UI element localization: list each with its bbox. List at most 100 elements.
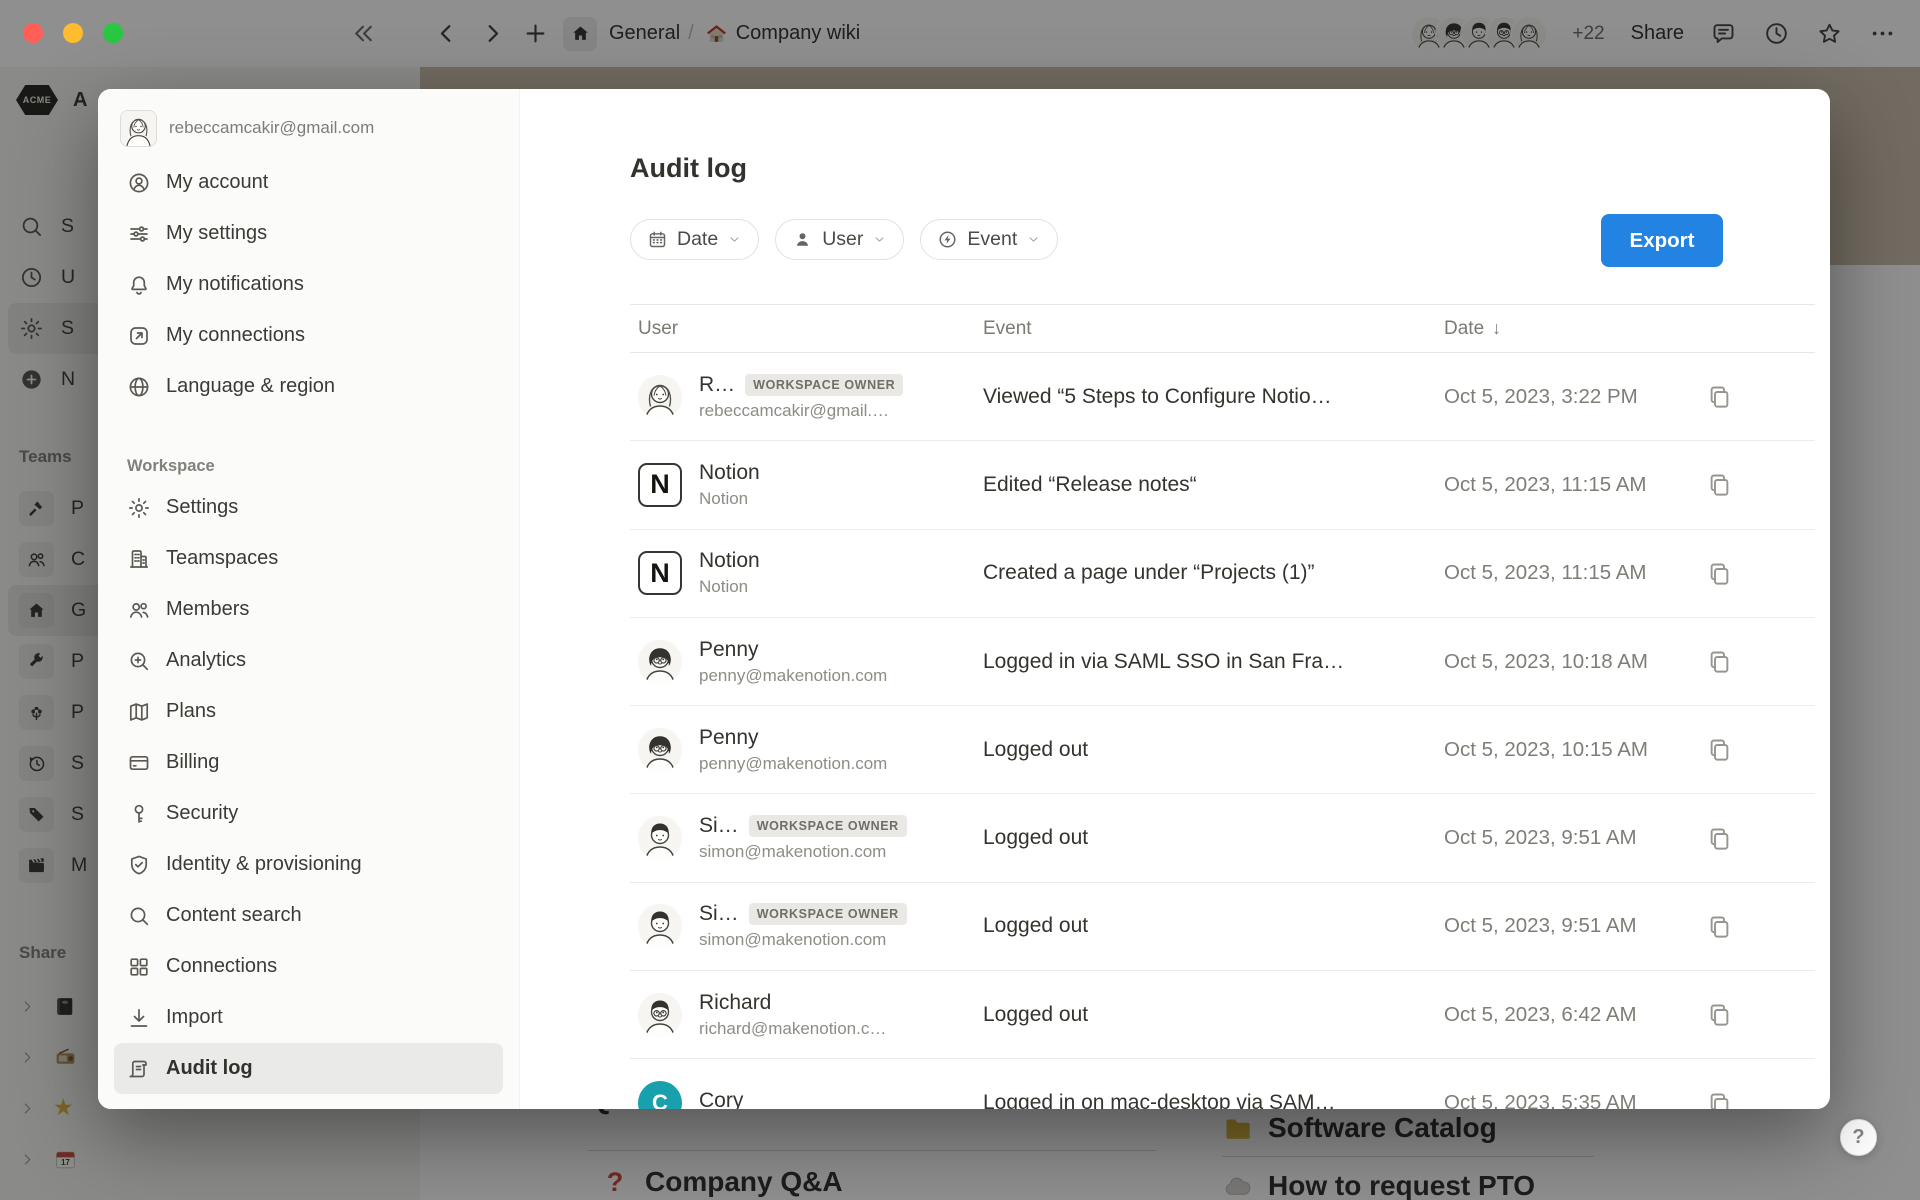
building-icon (127, 547, 151, 571)
settings-nav-label: Teamspaces (166, 547, 278, 570)
header-user: User (630, 318, 983, 340)
settings-nav-label: Content search (166, 904, 302, 927)
map-icon (127, 700, 151, 724)
close-button[interactable] (23, 23, 43, 43)
user-name: Si… (699, 902, 739, 926)
person-circle-icon (127, 171, 151, 195)
user-email: simon@makenotion.com (699, 842, 907, 862)
settings-nav-plans[interactable]: Plans (114, 686, 503, 737)
settings-nav-identity-provisioning[interactable]: Identity & provisioning (114, 839, 503, 890)
audit-log-row[interactable]: NNotionNotionCreated a page under “Proje… (630, 530, 1815, 618)
user-info: Si… WORKSPACE OWNER simon@makenotion.com (699, 902, 907, 950)
user-info: Richardrichard@makenotion.c… (699, 991, 886, 1039)
copy-icon[interactable] (1706, 383, 1733, 410)
user-name-row: Penny (699, 638, 887, 662)
settings-modal: rebeccamcakir@gmail.com My account My set… (98, 89, 1830, 1109)
copy-icon[interactable] (1706, 560, 1733, 587)
audit-log-row[interactable]: Pennypenny@makenotion.comLogged in via S… (630, 618, 1815, 706)
settings-sidebar: rebeccamcakir@gmail.com My account My set… (98, 89, 520, 1109)
settings-nav-teamspaces[interactable]: Teamspaces (114, 533, 503, 584)
shield-check-icon (127, 853, 151, 877)
copy-icon[interactable] (1706, 913, 1733, 940)
settings-nav-my-account[interactable]: My account (114, 157, 503, 208)
notion-logo-avatar: N (638, 551, 682, 595)
help-button[interactable]: ? (1840, 1119, 1877, 1156)
settings-nav-members[interactable]: Members (114, 584, 503, 635)
user-email: Notion (699, 489, 760, 509)
account-email: rebeccamcakir@gmail.com (169, 118, 374, 138)
user-cell: CCory (630, 1081, 983, 1109)
user-info: NotionNotion (699, 549, 760, 597)
audit-log-row[interactable]: Richardrichard@makenotion.c…Logged outOc… (630, 971, 1815, 1059)
settings-nav-content-search[interactable]: Content search (114, 890, 503, 941)
header-date[interactable]: Date↓ (1444, 318, 1704, 340)
user-email: rebeccamcakir@gmail.… (699, 401, 903, 421)
date-cell: Oct 5, 2023, 10:15 AM (1444, 738, 1704, 762)
user-sketch-avatar (638, 904, 682, 948)
settings-nav-my-connections[interactable]: My connections (114, 310, 503, 361)
notion-letter: N (650, 469, 670, 500)
user-email: simon@makenotion.com (699, 930, 907, 950)
user-info: Pennypenny@makenotion.com (699, 726, 887, 774)
workspace-owner-badge: WORKSPACE OWNER (749, 903, 907, 925)
copy-icon[interactable] (1706, 648, 1733, 675)
audit-log-row[interactable]: Si…WORKSPACE OWNERsimon@makenotion.comLo… (630, 883, 1815, 971)
audit-log-row[interactable]: R…WORKSPACE OWNERrebeccamcakir@gmail.…Vi… (630, 353, 1815, 441)
user-name: Si… (699, 814, 739, 838)
date-cell: Oct 5, 2023, 11:15 AM (1444, 473, 1704, 497)
user-sketch-avatar (638, 375, 682, 419)
filter-date-button[interactable]: Date (630, 219, 759, 260)
audit-log-row[interactable]: NNotionNotionEdited “Release notes“Oct 5… (630, 441, 1815, 529)
export-button[interactable]: Export (1601, 214, 1723, 267)
settings-nav-connections[interactable]: Connections (114, 941, 503, 992)
copy-cell (1704, 913, 1815, 940)
people-icon (127, 598, 151, 622)
copy-cell (1704, 471, 1815, 498)
workspace-section-label: Workspace (114, 448, 503, 476)
settings-nav-import[interactable]: Import (114, 992, 503, 1043)
filter-label: User (822, 228, 863, 251)
arrow-up-right-box-icon (127, 324, 151, 348)
settings-nav-label: My settings (166, 222, 267, 245)
copy-icon[interactable] (1706, 471, 1733, 498)
user-name: Richard (699, 991, 771, 1015)
filter-label: Date (677, 228, 718, 251)
event-cell: Logged out (983, 738, 1444, 762)
user-name-row: Richard (699, 991, 886, 1015)
copy-icon[interactable] (1706, 1001, 1733, 1028)
copy-icon[interactable] (1706, 736, 1733, 763)
filter-user-button[interactable]: User (775, 219, 904, 260)
settings-nav-language-region[interactable]: Language & region (114, 361, 503, 412)
copy-icon[interactable] (1706, 1090, 1733, 1109)
settings-nav-analytics[interactable]: Analytics (114, 635, 503, 686)
person-icon (792, 229, 813, 250)
user-cell: NNotionNotion (630, 461, 983, 509)
audit-log-row[interactable]: CCoryLogged in on mac-desktop via SAM…Oc… (630, 1059, 1815, 1109)
user-sketch-avatar (638, 640, 682, 684)
sliders-icon (127, 222, 151, 246)
zoom-button[interactable] (103, 23, 123, 43)
settings-nav-billing[interactable]: Billing (114, 737, 503, 788)
user-name: Penny (699, 726, 759, 750)
user-cell: N NotionNotion (630, 549, 983, 597)
copy-cell (1704, 383, 1815, 410)
grid-icon (127, 955, 151, 979)
settings-nav-settings[interactable]: Settings (114, 482, 503, 533)
settings-nav-my-notifications[interactable]: My notifications (114, 259, 503, 310)
user-name-row: Notion (699, 549, 760, 573)
minimize-button[interactable] (63, 23, 83, 43)
settings-nav-audit-log[interactable]: Audit log (114, 1043, 503, 1094)
settings-nav-security[interactable]: Security (114, 788, 503, 839)
user-name-row: Si…WORKSPACE OWNER (699, 814, 907, 838)
copy-icon[interactable] (1706, 825, 1733, 852)
scroll-icon (127, 1057, 151, 1081)
event-cell: Edited “Release notes“ (983, 473, 1444, 497)
event-cell: Logged in via SAML SSO in San Fra… (983, 650, 1444, 674)
audit-log-row[interactable]: Pennypenny@makenotion.com Logged outOct 5… (630, 706, 1815, 794)
date-cell: Oct 5, 2023, 3:22 PM (1444, 385, 1704, 409)
user-cell: Si…WORKSPACE OWNER simon@makenotion.com (630, 814, 983, 862)
settings-nav-my-settings[interactable]: My settings (114, 208, 503, 259)
magnifier-plus-icon (127, 649, 151, 673)
filter-event-button[interactable]: Event (920, 219, 1058, 260)
audit-log-row[interactable]: Si…WORKSPACE OWNERsimon@makenotion.comLo… (630, 794, 1815, 882)
